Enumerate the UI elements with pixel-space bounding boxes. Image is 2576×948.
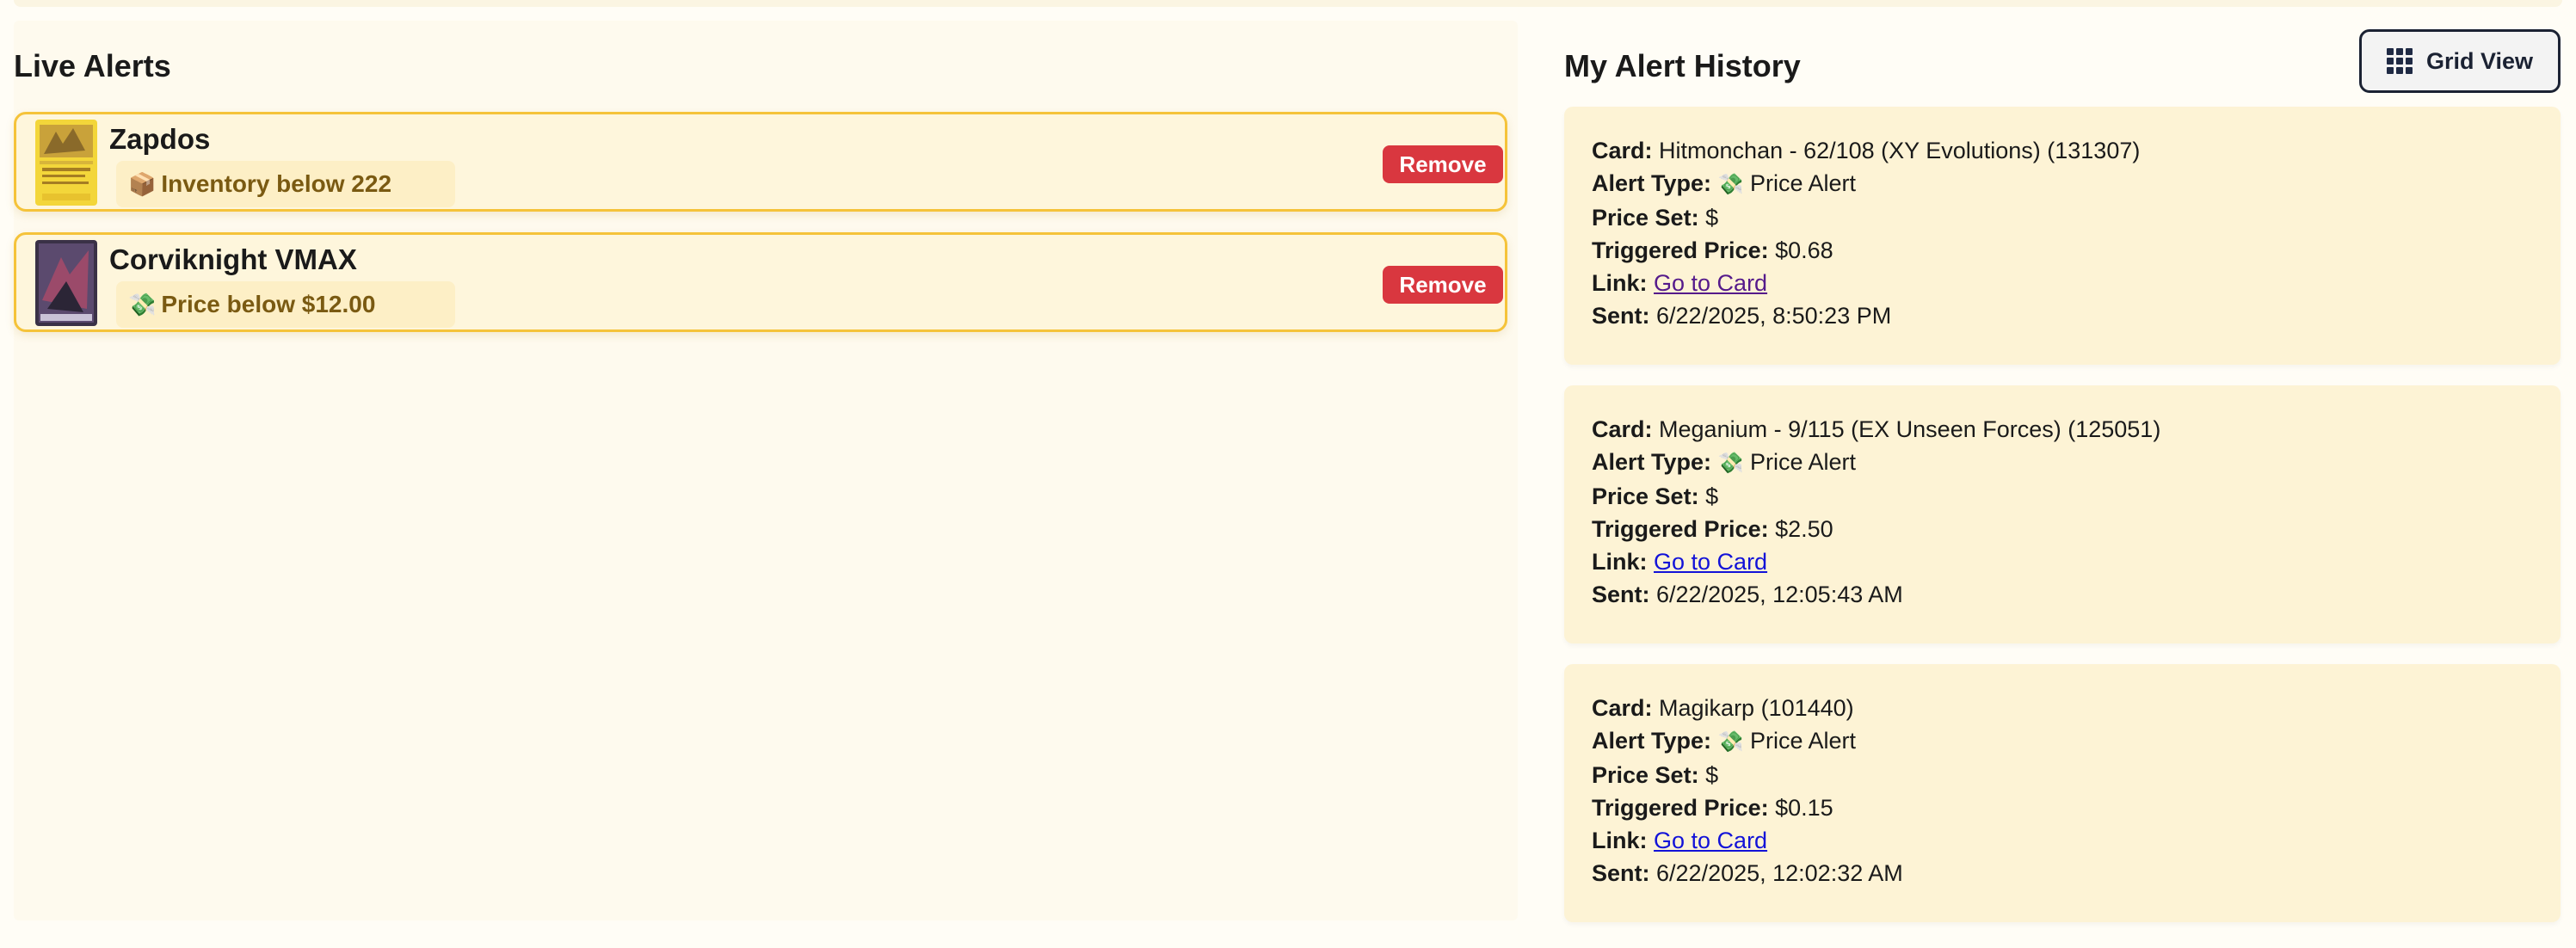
card-field-label: Card: bbox=[1592, 138, 1653, 163]
top-panel-edge bbox=[14, 0, 2562, 7]
card-field-label: Card: bbox=[1592, 416, 1653, 442]
sent-field-label: Sent: bbox=[1592, 860, 1650, 886]
link-field-label: Link: bbox=[1592, 828, 1648, 853]
alert-history-card: Card: Hitmonchan - 62/108 (XY Evolutions… bbox=[1564, 107, 2561, 365]
triggered-price-field-label: Triggered Price: bbox=[1592, 516, 1769, 542]
remove-alert-button[interactable]: Remove bbox=[1383, 266, 1503, 304]
alert-type-field-label: Alert Type: bbox=[1592, 728, 1712, 754]
live-alert-card: Zapdos 📦 Inventory below 222 Remove bbox=[14, 112, 1507, 212]
alert-condition-text: Price below $12.00 bbox=[161, 291, 376, 317]
remove-alert-button[interactable]: Remove bbox=[1383, 145, 1503, 183]
triggered-price-value: $0.15 bbox=[1775, 795, 1833, 821]
triggered-price-field-label: Triggered Price: bbox=[1592, 795, 1769, 821]
alert-history-card: Card: Magikarp (101440) Alert Type: 💸 Pr… bbox=[1564, 664, 2561, 922]
sent-value: 6/22/2025, 8:50:23 PM bbox=[1656, 303, 1892, 329]
money-icon: 💸 bbox=[128, 291, 157, 317]
grid-icon bbox=[2386, 48, 2413, 74]
alert-condition-badge: 📦 Inventory below 222 bbox=[116, 161, 455, 207]
go-to-card-link[interactable]: Go to Card bbox=[1654, 549, 1767, 575]
price-set-field-label: Price Set: bbox=[1592, 762, 1699, 788]
alert-card-name: Corviknight VMAX bbox=[109, 243, 357, 275]
triggered-price-value: $2.50 bbox=[1775, 516, 1833, 542]
alert-history-title: My Alert History bbox=[1564, 48, 1801, 83]
price-set-value: $ bbox=[1705, 483, 1719, 509]
money-icon: 💸 bbox=[1717, 730, 1744, 754]
sent-field-label: Sent: bbox=[1592, 582, 1650, 607]
triggered-price-field-label: Triggered Price: bbox=[1592, 237, 1769, 263]
price-set-value: $ bbox=[1705, 205, 1719, 231]
triggered-price-value: $0.68 bbox=[1775, 237, 1833, 263]
price-set-value: $ bbox=[1705, 762, 1719, 788]
sent-value: 6/22/2025, 12:02:32 AM bbox=[1656, 860, 1903, 886]
go-to-card-link[interactable]: Go to Card bbox=[1654, 828, 1767, 853]
price-set-field-label: Price Set: bbox=[1592, 483, 1699, 509]
corviknight-card-image bbox=[35, 240, 97, 326]
go-to-card-link[interactable]: Go to Card bbox=[1654, 270, 1767, 296]
package-icon: 📦 bbox=[128, 170, 157, 197]
alert-condition-text: Inventory below 222 bbox=[161, 170, 392, 197]
alert-type-field-label: Alert Type: bbox=[1592, 170, 1712, 196]
zapdos-card-image bbox=[35, 120, 97, 206]
alert-card-name: Zapdos bbox=[109, 123, 211, 155]
live-alert-card: Corviknight VMAX 💸 Price below $12.00 Re… bbox=[14, 232, 1507, 332]
grid-view-button[interactable]: Grid View bbox=[2359, 29, 2561, 93]
sent-field-label: Sent: bbox=[1592, 303, 1650, 329]
alert-history-card: Card: Meganium - 9/115 (EX Unseen Forces… bbox=[1564, 385, 2561, 643]
card-value: Hitmonchan - 62/108 (XY Evolutions) (131… bbox=[1659, 138, 2141, 163]
link-field-label: Link: bbox=[1592, 549, 1648, 575]
alert-type-value: Price Alert bbox=[1749, 728, 1856, 754]
alert-condition-badge: 💸 Price below $12.00 bbox=[116, 281, 455, 328]
link-field-label: Link: bbox=[1592, 270, 1648, 296]
alert-type-value: Price Alert bbox=[1749, 170, 1856, 196]
card-value: Magikarp (101440) bbox=[1659, 695, 1854, 721]
alert-type-value: Price Alert bbox=[1749, 449, 1856, 475]
price-set-field-label: Price Set: bbox=[1592, 205, 1699, 231]
sent-value: 6/22/2025, 12:05:43 AM bbox=[1656, 582, 1903, 607]
money-icon: 💸 bbox=[1717, 173, 1744, 196]
live-alerts-title: Live Alerts bbox=[14, 48, 171, 83]
alert-type-field-label: Alert Type: bbox=[1592, 449, 1712, 475]
money-icon: 💸 bbox=[1717, 452, 1744, 475]
card-value: Meganium - 9/115 (EX Unseen Forces) (125… bbox=[1659, 416, 2161, 442]
grid-view-label: Grid View bbox=[2425, 47, 2534, 74]
card-field-label: Card: bbox=[1592, 695, 1653, 721]
